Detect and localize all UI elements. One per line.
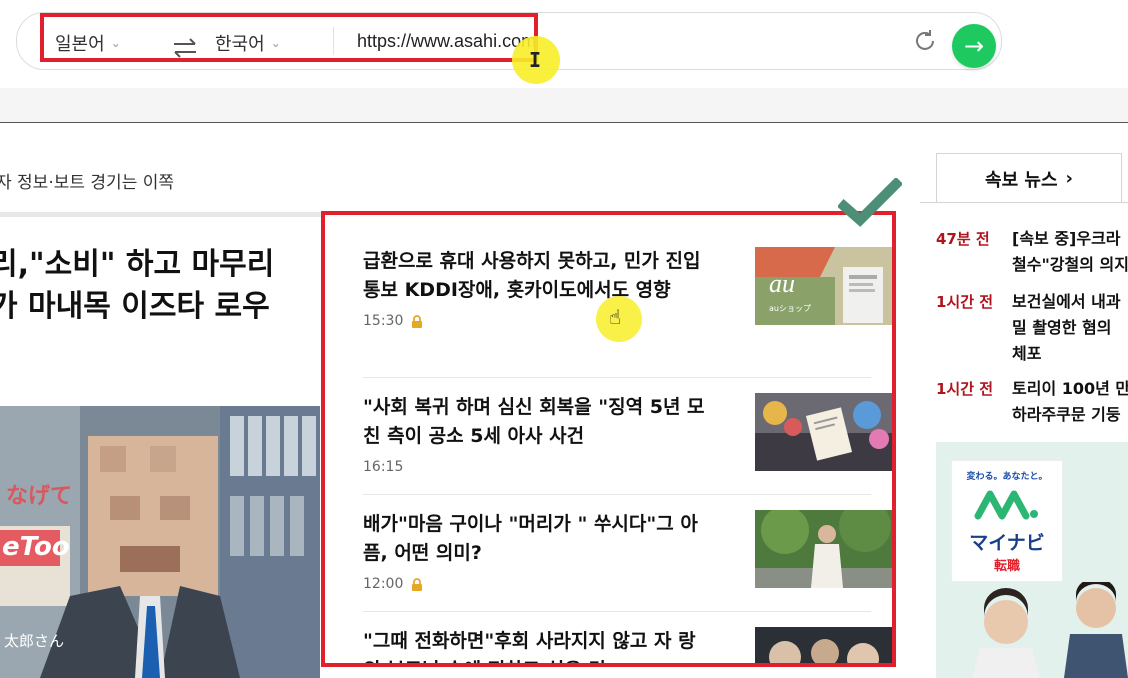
lock-icon	[411, 314, 423, 328]
news-title: [속보 중]우크라 철수"강철의 의지	[1012, 226, 1128, 278]
news-line: 보건실에서 내과	[1012, 292, 1121, 311]
news-time: 1시간 전	[936, 380, 994, 398]
article-thumbnail[interactable]: au auショップ	[755, 247, 892, 325]
divider	[363, 494, 871, 495]
hand-pointer-icon: ☝	[609, 305, 622, 329]
go-button[interactable]: →	[952, 24, 996, 68]
news-line: 밀 촬영한 혐의	[1012, 318, 1112, 337]
news-line: 철수"강철의 의지	[1012, 255, 1128, 274]
advertisement[interactable]: 変わる。あなたと。 マイナビ 転職	[936, 442, 1128, 678]
article-title: 급환으로 휴대 사용하지 못하고, 민가 진입 통보 KDDI장애, 홋카이도에…	[363, 250, 701, 301]
thumbnail-text: au	[769, 269, 795, 298]
thumbnail-text: auショップ	[769, 304, 811, 313]
news-line: 하라주쿠문 기둥	[1012, 405, 1121, 424]
divider	[363, 611, 871, 612]
ad-sub: 転職	[993, 559, 1020, 574]
article-thumbnail[interactable]	[755, 393, 892, 471]
ad-tagline: 変わる。あなたと。	[966, 472, 1048, 482]
headline-line: 리,"소비" 하고 마무리	[0, 247, 275, 282]
article-time: 12:00	[363, 576, 404, 592]
tab-breaking-news[interactable]: 속보 뉴스 ›	[936, 153, 1122, 203]
image-caption: 太郎さん	[4, 632, 65, 650]
news-item[interactable]: 1시간 전 보건실에서 내과 밀 촬영한 혐의 체포	[936, 289, 1128, 369]
news-item[interactable]: 47분 전 [속보 중]우크라 철수"강철의 의지	[936, 226, 1128, 280]
news-title: 보건실에서 내과 밀 촬영한 혐의 체포	[1012, 289, 1121, 367]
main-headline[interactable]: 리,"소비" 하고 마무리 가 마내목 이즈타 로우	[0, 244, 310, 328]
divider	[363, 377, 871, 378]
lock-icon	[411, 577, 423, 591]
news-item[interactable]: 1시간 전 토리이 100년 만 하라주쿠문 기둥	[936, 376, 1128, 430]
ad-logo: 変わる。あなたと。 マイナビ 転職	[951, 460, 1063, 582]
news-time: 47분 전	[936, 230, 990, 248]
list-item[interactable]: "사회 복귀 하며 심신 회복을 "징역 5년 모친 측이 공소 5세 아사 사…	[363, 393, 892, 475]
article-thumbnail[interactable]	[755, 627, 892, 663]
news-line: 체포	[1012, 344, 1042, 363]
news-line: 토리이 100년 만	[1012, 379, 1128, 398]
highlight-box-urlbar	[40, 13, 538, 62]
article-time: 15:30	[363, 313, 404, 329]
translator-toolbar: 일본어 ⌄ 한국어 ⌄ → I	[0, 0, 1128, 88]
news-line: [속보 중]우크라	[1012, 229, 1121, 248]
news-time: 1시간 전	[936, 293, 994, 311]
image-caption: なげて	[6, 484, 73, 509]
headline-line: 가 마내목 이즈타 로우	[0, 289, 270, 324]
article-title: "사회 복귀 하며 심신 회복을 "징역 5년 모친 측이 공소 5세 아사 사…	[363, 396, 705, 447]
refresh-icon[interactable]	[913, 29, 937, 53]
arrow-right-icon: →	[963, 32, 985, 60]
checkmark-icon	[836, 176, 904, 228]
divider	[0, 212, 322, 217]
text-cursor-icon: I	[529, 48, 542, 72]
article-title: 배가"마음 구이나 "머리가 " 쑤시다"그 아픔, 어떤 의미?	[363, 513, 698, 564]
article-time: 16:15	[363, 459, 404, 475]
list-item[interactable]: "그때 전화하면"후회 사라지지 않고 자 랑의 부모님 손에 전하고 싶은 것	[363, 627, 892, 663]
article-list-highlight: 급환으로 휴대 사용하지 못하고, 민가 진입 통보 KDDI장애, 홋카이도에…	[321, 211, 896, 667]
image-caption: eToo	[2, 532, 70, 562]
article-title: "그때 전화하면"후회 사라지지 않고 자 랑의 부모님 손에 전하고 싶은 것	[363, 630, 696, 663]
breadcrumb[interactable]: 자 정보·보트 경기는 이쪽	[0, 168, 174, 193]
chevron-right-icon: ›	[1065, 168, 1073, 189]
list-item[interactable]: 배가"마음 구이나 "머리가 " 쑤시다"그 아픔, 어떤 의미? 12:00	[363, 510, 892, 592]
news-title: 토리이 100년 만 하라주쿠문 기둥	[1012, 376, 1128, 428]
page-top-strip	[0, 88, 1128, 123]
ad-brand: マイナビ	[969, 532, 1045, 554]
divider	[920, 202, 1128, 203]
article-thumbnail[interactable]	[755, 510, 892, 588]
article-photo[interactable]: なげて eToo 太郎さん	[0, 406, 320, 678]
tab-label: 속보 뉴스	[985, 169, 1058, 191]
